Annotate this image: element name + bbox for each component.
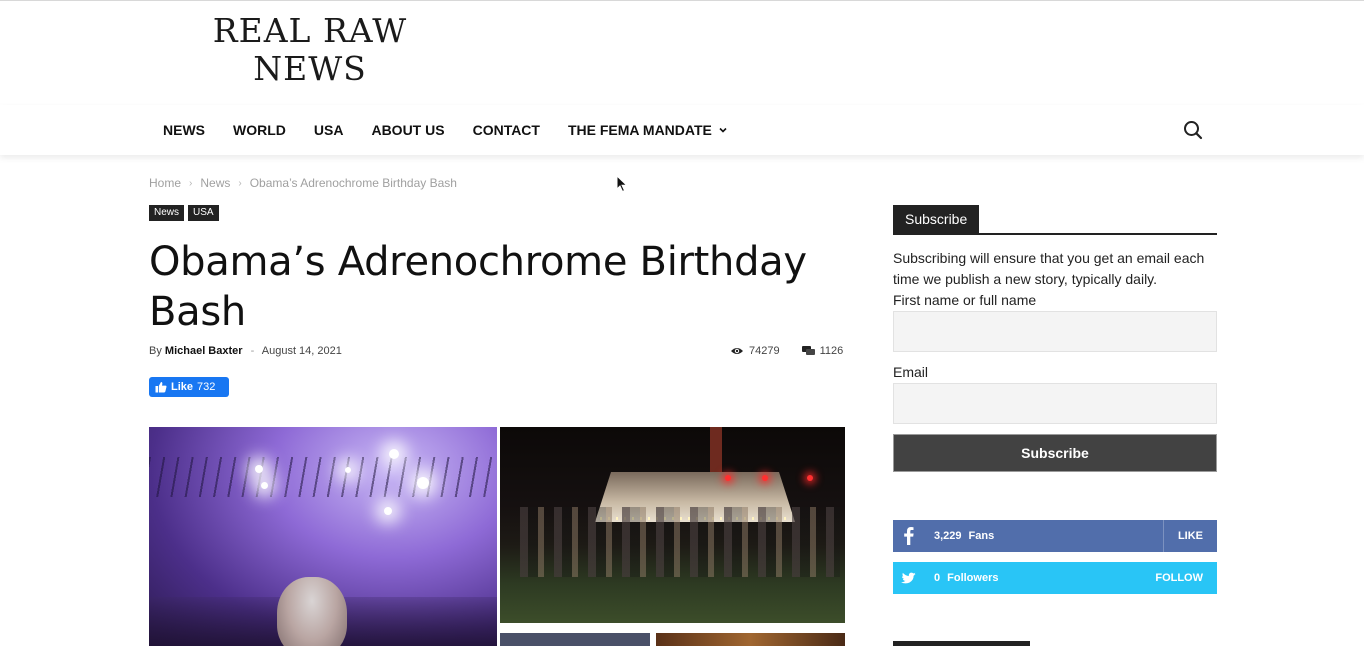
by-label: By	[149, 345, 162, 357]
breadcrumb-news[interactable]: News	[200, 176, 230, 190]
party-image-right-bottom-1	[500, 633, 650, 646]
nav-item-label: CONTACT	[472, 122, 540, 138]
facebook-fans-counter: 3,229 Fans LIKE	[893, 520, 1217, 552]
nav-item-contact[interactable]: CONTACT	[459, 105, 554, 155]
nav-item-label: NEWS	[163, 122, 205, 138]
widget-heading: Subscribe	[893, 205, 1217, 235]
thumbs-up-icon	[155, 382, 167, 393]
email-field-label: Email	[893, 364, 929, 380]
stage-light	[261, 482, 268, 489]
facebook-icon	[893, 520, 925, 552]
facebook-like-button[interactable]: Like 732	[149, 377, 229, 397]
logo-line-1: REAL RAW	[212, 11, 408, 50]
featured-image-collage	[149, 427, 845, 646]
nav-item-about-us[interactable]: ABOUT US	[357, 105, 458, 155]
guests	[520, 507, 840, 577]
article-tags: News USA	[149, 205, 219, 221]
subscribe-description: Subscribing will ensure that you get an …	[893, 250, 1205, 287]
subscribe-button[interactable]: Subscribe	[893, 434, 1217, 472]
publish-date: August 14, 2021	[261, 345, 342, 357]
meta-dash: -	[250, 345, 255, 357]
breadcrumb-separator: ›	[238, 177, 242, 189]
stage-light	[389, 449, 399, 459]
party-image-right-bottom-2	[656, 633, 845, 646]
facebook-fans-label: Fans	[968, 530, 995, 542]
party-image-right-top	[500, 427, 845, 623]
chevron-down-icon	[719, 127, 727, 133]
breadcrumb-home[interactable]: Home	[149, 176, 181, 190]
stage-truss	[149, 457, 497, 497]
mouse-cursor-icon	[616, 175, 628, 193]
facebook-like-link[interactable]: LIKE	[1162, 520, 1217, 552]
nav-item-usa[interactable]: USA	[300, 105, 358, 155]
red-light	[807, 475, 813, 481]
fb-like-label: Like	[171, 381, 194, 393]
fb-like-count: 732	[197, 381, 216, 393]
twitter-followers-counter: 0 Followers FOLLOW	[893, 562, 1217, 594]
stage-light	[384, 507, 392, 515]
article-meta: By Michael Baxter - August 14, 2021	[149, 345, 342, 357]
breadcrumb-current: Obama’s Adrenochrome Birthday Bash	[249, 176, 457, 190]
comments-icon	[801, 346, 815, 355]
stage-light	[345, 467, 351, 473]
views-count: 74279	[749, 345, 780, 357]
nav-item-fema-mandate[interactable]: THE FEMA MANDATE	[554, 105, 742, 155]
tower	[710, 427, 722, 472]
breadcrumb: Home › News › Obama’s Adrenochrome Birth…	[149, 176, 457, 190]
email-field[interactable]	[893, 383, 1217, 424]
subscribe-widget: Subscribe Subscribing will ensure that y…	[893, 205, 1217, 472]
nav-item-label: THE FEMA MANDATE	[567, 122, 712, 138]
comments-stat[interactable]: 1126	[801, 345, 844, 357]
nav-item-world[interactable]: WORLD	[219, 105, 300, 155]
stage-light	[255, 465, 263, 473]
nav-item-label: WORLD	[233, 122, 286, 138]
top-border	[0, 0, 1364, 1]
nav-item-label: USA	[313, 122, 344, 138]
article-title: Obama’s Adrenochrome Birthday Bash	[149, 239, 807, 335]
red-light	[762, 475, 768, 481]
twitter-icon	[893, 562, 925, 594]
nav-item-news[interactable]: NEWS	[149, 105, 219, 155]
person-head	[277, 577, 347, 646]
red-light	[725, 475, 731, 481]
twitter-follow-link[interactable]: FOLLOW	[1141, 562, 1217, 594]
views-stat: 74279	[730, 345, 780, 357]
facebook-fans-count: 3,229	[934, 530, 962, 542]
twitter-followers-label: Followers	[947, 572, 999, 584]
comments-count: 1126	[819, 345, 844, 357]
name-field[interactable]	[893, 311, 1217, 352]
stage-light	[417, 477, 429, 489]
nav-item-label: ABOUT US	[371, 122, 445, 138]
eye-icon	[731, 348, 743, 354]
name-field-label: First name or full name	[893, 292, 1037, 308]
breadcrumb-separator: ›	[189, 177, 193, 189]
main-nav: NEWS WORLD USA ABOUT US CONTACT THE FEMA…	[0, 105, 1364, 155]
author-link[interactable]: Michael Baxter	[165, 345, 243, 357]
tag-usa[interactable]: USA	[188, 205, 219, 221]
twitter-followers-count: 0	[934, 572, 941, 584]
site-logo[interactable]: REAL RAW NEWS	[200, 12, 420, 88]
next-widget-heading	[893, 641, 1030, 646]
logo-line-2: NEWS	[253, 49, 367, 88]
nav-menu: NEWS WORLD USA ABOUT US CONTACT THE FEMA…	[149, 105, 742, 155]
widget-title: Subscribe	[893, 205, 980, 233]
article-stats: 74279 1126	[730, 345, 843, 357]
party-image-left	[149, 427, 497, 646]
tag-news[interactable]: News	[149, 205, 185, 221]
search-icon[interactable]	[1181, 118, 1205, 142]
